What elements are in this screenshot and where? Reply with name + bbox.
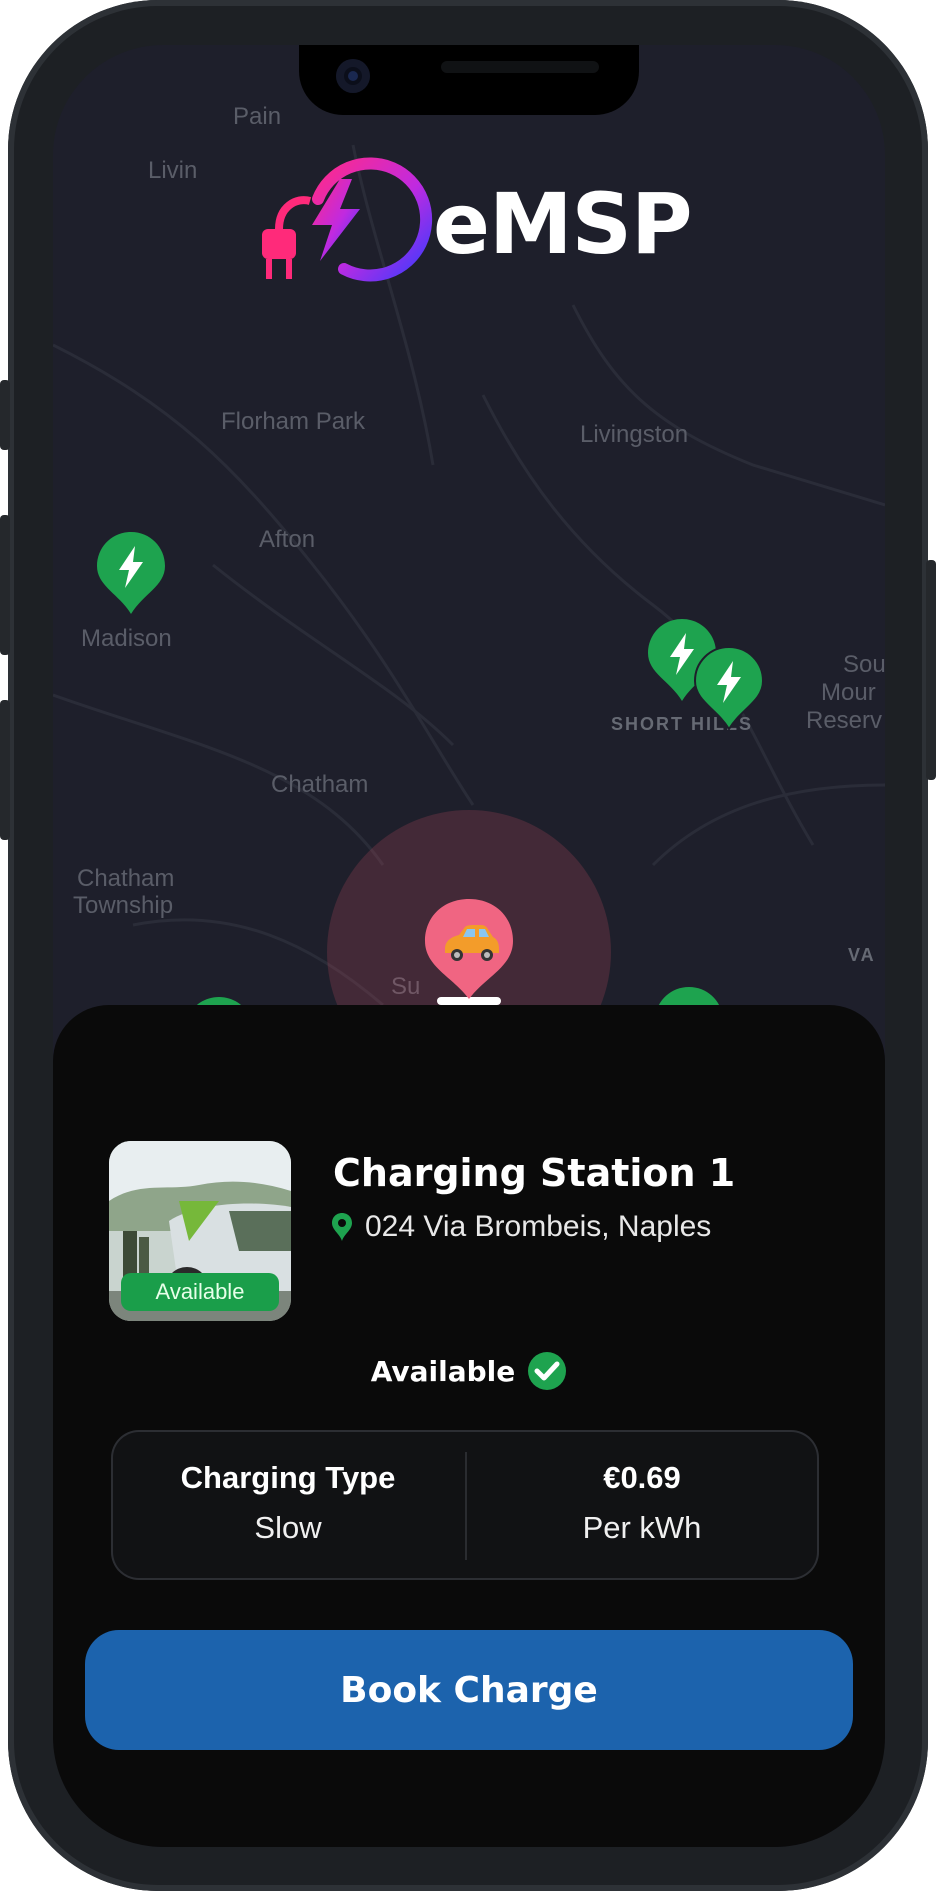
map-label-township: Township [73, 892, 174, 919]
map-label-mour: Mour [821, 679, 876, 706]
station-title: Charging Station 1 [333, 1151, 736, 1195]
station-address: 024 Via Brombeis, Naples [365, 1210, 712, 1243]
phone-silent-switch [0, 380, 10, 450]
map-label-sou: Sou [843, 651, 885, 678]
price-value: €0.69 [603, 1460, 681, 1495]
price-column: €0.69 Per kWh [465, 1460, 819, 1546]
check-circle-icon [528, 1352, 567, 1390]
car-location-marker[interactable] [419, 895, 519, 1015]
availability-status: Available [53, 1351, 885, 1391]
map-label-madison: Madison [81, 625, 172, 652]
charging-type-column: Charging Type Slow [111, 1460, 465, 1546]
station-address-row: 024 Via Brombeis, Naples [331, 1210, 711, 1244]
brand-name: eMSP [433, 175, 693, 273]
location-pin-icon [332, 1213, 352, 1241]
station-photo: Available [109, 1141, 291, 1321]
price-unit: Per kWh [582, 1510, 702, 1545]
availability-status-text: Available [370, 1354, 516, 1388]
charging-info-card: Charging Type Slow €0.69 Per kWh [111, 1430, 819, 1580]
charging-pin-short-hills-2[interactable] [693, 645, 765, 731]
charging-type-value: Slow [254, 1510, 322, 1545]
front-camera [336, 59, 370, 93]
map-label-va: VA [848, 945, 876, 965]
phone-speaker [441, 61, 599, 73]
map-label-chatham: Chatham [271, 771, 369, 798]
charging-pin-madison[interactable] [95, 530, 167, 616]
map-label-chatham-township: Chatham [77, 865, 175, 892]
phone-volume-up-button [0, 515, 10, 655]
charging-type-label: Charging Type [180, 1460, 396, 1495]
phone-volume-down-button [0, 700, 10, 840]
book-charge-button[interactable]: Book Charge [85, 1630, 853, 1750]
map-label-pain: Pain [233, 103, 282, 130]
map-label-livin: Livin [148, 157, 198, 184]
photo-available-badge: Available [121, 1273, 279, 1311]
app-screen: Pain Livin Florham Park Livingston Afton… [53, 45, 885, 1847]
map-label-florham-park: Florham Park [221, 408, 366, 435]
station-details-sheet: Available Charging Station 1 024 Via Bro… [53, 1005, 885, 1847]
map-label-reserv: Reserv [806, 707, 883, 734]
map-label-livingston: Livingston [580, 421, 689, 448]
phone-power-button [926, 560, 936, 780]
map-label-afton: Afton [259, 526, 316, 553]
